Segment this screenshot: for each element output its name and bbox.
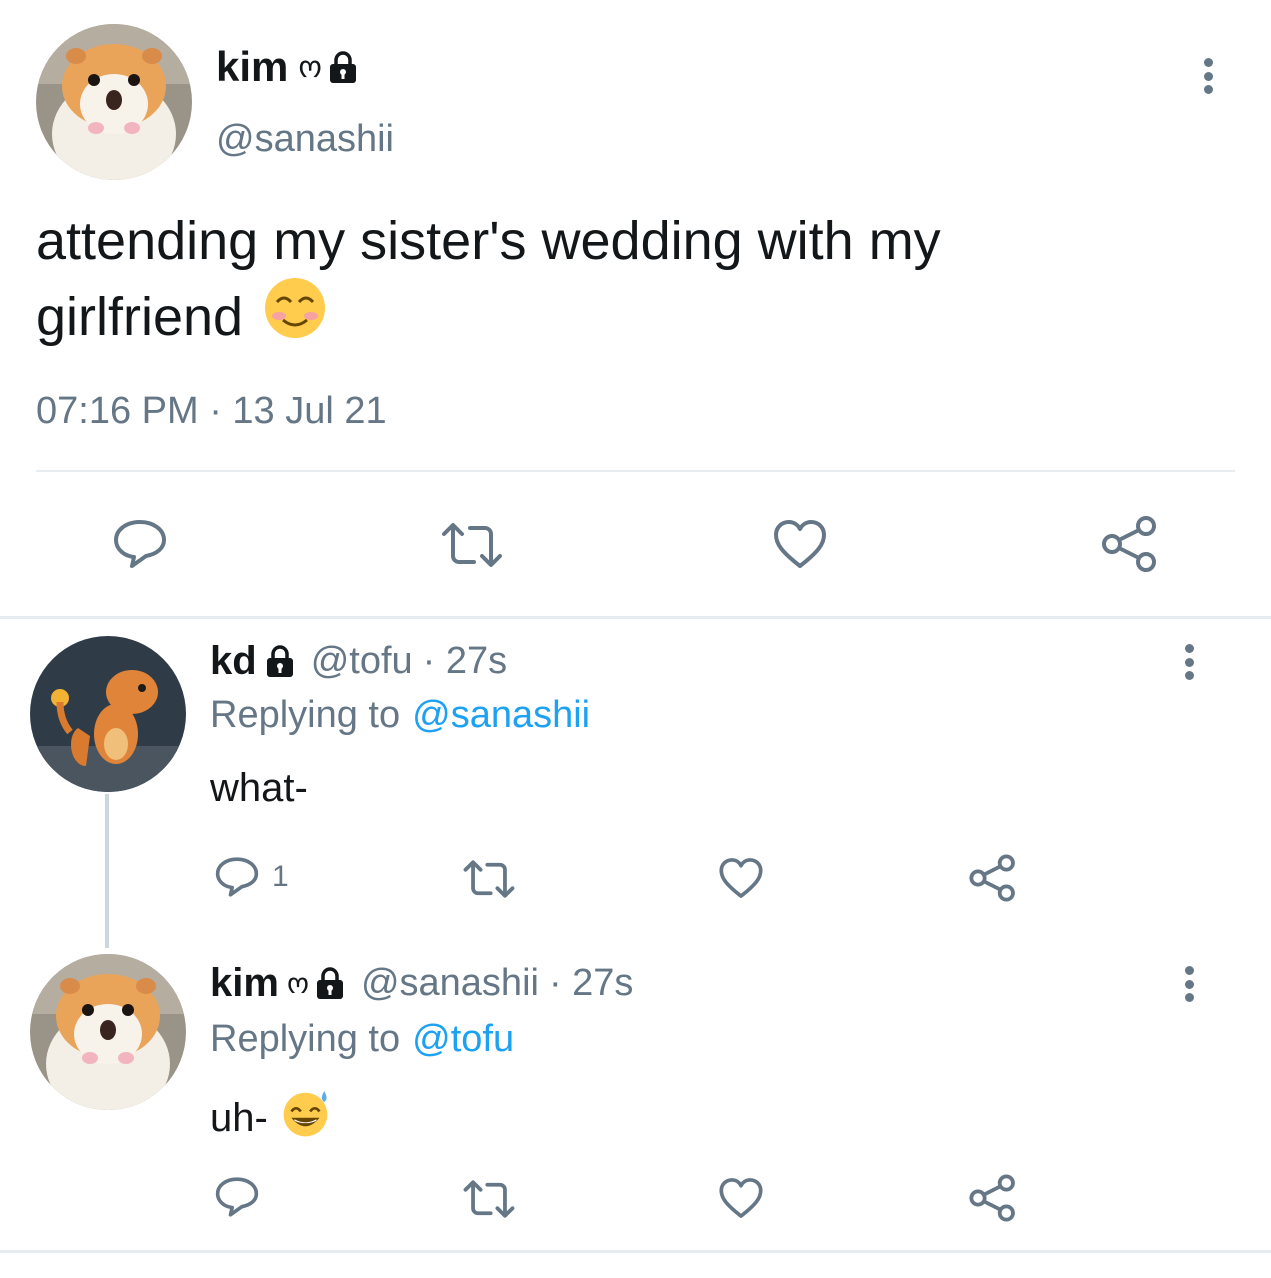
main-tweet-display-name[interactable]: kim xyxy=(216,43,288,91)
retweet-icon[interactable] xyxy=(462,858,516,900)
retweet-icon[interactable] xyxy=(462,1178,516,1220)
main-tweet-text-line2: girlfriend xyxy=(36,286,244,347)
main-tweet-avatar[interactable] xyxy=(36,24,192,180)
reply-2-handle[interactable]: @sanashii xyxy=(361,962,539,1005)
main-tweet: kim ო @sanashii attending my sister's we… xyxy=(0,0,1271,620)
reply-2-replying-mention[interactable]: @tofu xyxy=(412,1018,514,1061)
retweet-icon[interactable] xyxy=(440,520,504,570)
main-tweet-text-line2-row: girlfriend xyxy=(36,276,1226,357)
reply-icon[interactable] xyxy=(214,856,260,898)
main-tweet-handle[interactable]: @sanashii xyxy=(216,118,394,161)
reply-1-reply-action[interactable]: 1 xyxy=(214,856,289,898)
share-icon[interactable] xyxy=(968,1174,1018,1222)
lock-icon xyxy=(328,50,358,84)
reply-2-time[interactable]: · 27s xyxy=(549,962,633,1005)
reply-1-replying-mention[interactable]: @sanashii xyxy=(412,694,590,737)
reply-icon[interactable] xyxy=(112,518,168,570)
like-icon[interactable] xyxy=(718,1176,764,1220)
share-icon[interactable] xyxy=(1100,516,1160,572)
smiling-face-emoji-icon xyxy=(263,276,327,357)
grinning-sweat-emoji-icon xyxy=(282,1088,332,1148)
reply-1-avatar[interactable] xyxy=(30,636,186,792)
reply-1-header: kd @tofu · 27s xyxy=(210,638,507,684)
lock-icon xyxy=(265,644,295,678)
reply-2-display-name[interactable]: kim xyxy=(210,961,279,1006)
reply-1-display-name[interactable]: kd xyxy=(210,639,257,684)
main-tweet-name-symbol: ო xyxy=(298,50,322,84)
reply-tweet-2[interactable]: kim ო @sanashii · 27s Replying to @tofu … xyxy=(0,940,1271,1252)
reply-2-text-row: uh- xyxy=(210,1088,332,1148)
reply-2-avatar[interactable] xyxy=(30,954,186,1110)
main-tweet-timestamp[interactable]: 07:16 PM · 13 Jul 21 xyxy=(36,390,387,433)
reply-1-handle[interactable]: @tofu xyxy=(311,640,413,683)
thread-line xyxy=(105,794,109,948)
reply-1-text: what- xyxy=(210,766,308,810)
reply-2-replying-to: Replying to @tofu xyxy=(210,1018,514,1061)
reply-2-replying-prefix: Replying to xyxy=(210,1018,401,1060)
share-icon[interactable] xyxy=(968,854,1018,902)
reply-2-text: uh- xyxy=(210,1095,268,1140)
like-icon[interactable] xyxy=(718,856,764,900)
like-icon[interactable] xyxy=(772,518,828,570)
reply-1-replying-to: Replying to @sanashii xyxy=(210,694,590,737)
more-icon[interactable] xyxy=(1182,966,1196,1002)
more-icon[interactable] xyxy=(1182,644,1196,680)
main-tweet-name-row: kim ო xyxy=(216,43,358,91)
reply-1-replying-prefix: Replying to xyxy=(210,694,401,736)
reply-2-name-symbol: ო xyxy=(286,967,309,999)
main-tweet-divider xyxy=(36,470,1235,472)
section-divider xyxy=(0,616,1271,619)
reply-tweet-1[interactable]: kd @tofu · 27s Replying to @sanashii wha… xyxy=(0,620,1271,948)
main-tweet-text-line1: attending my sister's wedding with my xyxy=(36,211,941,271)
reply-2-header: kim ო @sanashii · 27s xyxy=(210,960,633,1006)
more-icon[interactable] xyxy=(1201,58,1215,94)
reply-1-time[interactable]: · 27s xyxy=(423,640,507,683)
bottom-divider xyxy=(0,1250,1271,1253)
reply-icon[interactable] xyxy=(214,1176,260,1218)
main-tweet-text: attending my sister's wedding with my gi… xyxy=(36,206,1226,357)
lock-icon xyxy=(315,966,345,1000)
reply-1-reply-count: 1 xyxy=(272,860,289,893)
